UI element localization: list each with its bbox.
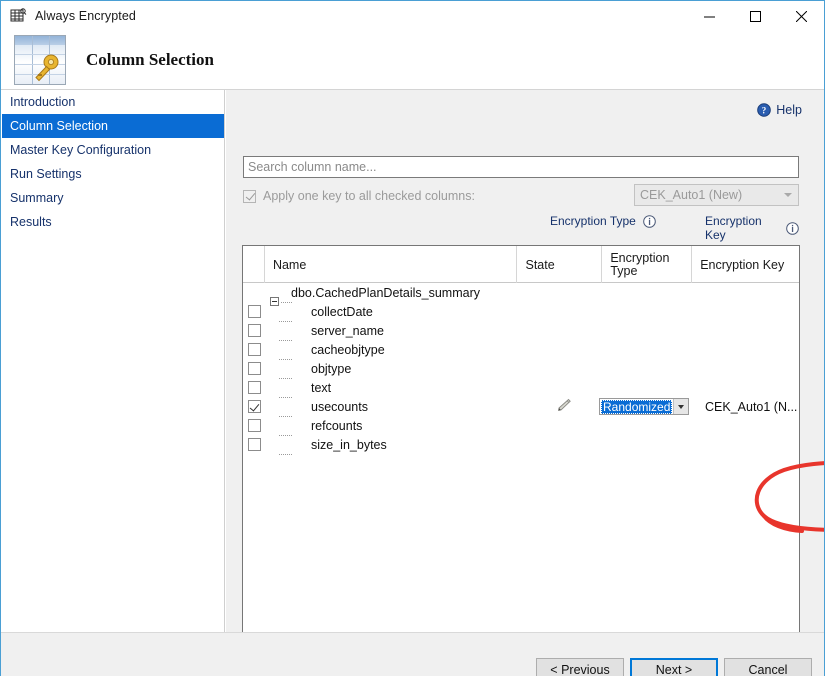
maximize-button[interactable] [732, 1, 778, 31]
grid-header-row: Name State Encryption Type Encryption Ke… [243, 246, 799, 283]
app-icon [10, 8, 27, 24]
column-name: server_name [311, 323, 384, 338]
svg-text:?: ? [762, 105, 767, 115]
apply-key-select[interactable]: CEK_Auto1 (New) [634, 184, 799, 206]
encryption-key-cell[interactable]: CEK_Auto1 (N... [705, 397, 797, 416]
previous-button[interactable]: < Previous [536, 658, 624, 676]
row-checkbox-cell[interactable] [243, 400, 265, 413]
column-selection-pane: ? Help Apply one key to all checked colu… [226, 90, 824, 676]
table-row[interactable]: refcounts [243, 416, 799, 436]
chevron-down-icon [784, 193, 792, 197]
grid-header-name[interactable]: Name [265, 246, 518, 283]
search-input[interactable] [243, 156, 799, 178]
help-icon: ? [757, 103, 772, 117]
table-row-selected[interactable]: usecounts Randomized CEK_Auto1 (N... [243, 397, 799, 417]
state-cell [543, 397, 583, 416]
row-checkbox[interactable] [247, 381, 261, 394]
window-controls [686, 1, 824, 31]
table-row[interactable]: objtype [243, 359, 799, 379]
row-checkbox[interactable] [247, 362, 261, 375]
sidebar-item-introduction[interactable]: Introduction [2, 90, 224, 114]
page-title: Column Selection [86, 50, 214, 69]
column-selection-icon [14, 35, 66, 85]
info-icon-encryption-type[interactable] [643, 214, 656, 228]
close-button[interactable] [778, 1, 824, 31]
encryption-key-link[interactable]: Encryption Key [705, 214, 779, 242]
row-checkbox-cell[interactable] [243, 324, 265, 337]
help-link-row[interactable]: ? Help [757, 103, 802, 117]
pencil-icon [555, 398, 572, 415]
grid-header-encryption-key[interactable]: Encryption Key [692, 246, 799, 283]
row-checkbox[interactable] [247, 400, 261, 413]
apply-one-key-label: Apply one key to all checked columns: [263, 189, 475, 203]
wizard-steps-sidebar: Introduction Column Selection Master Key… [2, 90, 225, 676]
row-checkbox-cell[interactable] [243, 362, 265, 375]
table-row[interactable]: cacheobjtype [243, 340, 799, 360]
column-info-links: Encryption Type Encryption Key [243, 214, 799, 242]
apply-one-key-row: Apply one key to all checked columns: CE… [243, 184, 799, 208]
grid-header-encryption-type[interactable]: Encryption Type [602, 246, 693, 283]
encryption-type-select[interactable]: Randomized [599, 398, 689, 415]
column-name: text [311, 380, 332, 395]
table-node-row[interactable]: dbo.CachedPlanDetails_summary [243, 283, 799, 306]
sidebar-item-summary[interactable]: Summary [2, 186, 224, 210]
apply-one-key-checkbox[interactable] [243, 189, 256, 203]
grid-header-checkbox-col [243, 246, 265, 283]
table-row[interactable]: size_in_bytes [243, 435, 799, 455]
row-checkbox[interactable] [247, 419, 261, 432]
minimize-button[interactable] [686, 1, 732, 31]
column-name: objtype [311, 361, 352, 376]
grid-body: dbo.CachedPlanDetails_summary collectDat… [243, 283, 799, 676]
grid-header-state[interactable]: State [517, 246, 603, 283]
row-checkbox-cell[interactable] [243, 305, 265, 318]
info-icon-encryption-key[interactable] [786, 221, 799, 235]
window-title: Always Encrypted [35, 9, 136, 23]
column-name: refcounts [311, 418, 363, 433]
cancel-button[interactable]: Cancel [724, 658, 812, 676]
row-checkbox-cell[interactable] [243, 343, 265, 356]
row-checkbox[interactable] [247, 438, 261, 451]
sidebar-item-results[interactable]: Results [2, 210, 224, 234]
sidebar-item-column-selection[interactable]: Column Selection [2, 114, 224, 138]
row-checkbox-cell[interactable] [243, 419, 265, 432]
row-checkbox-cell[interactable] [243, 438, 265, 451]
always-encrypted-wizard-window: Always Encrypted Column Selection Introd… [0, 0, 825, 676]
wizard-footer: < Previous Next > Cancel [1, 633, 824, 676]
row-checkbox[interactable] [247, 305, 261, 318]
encryption-type-link[interactable]: Encryption Type [550, 214, 636, 228]
help-link[interactable]: Help [776, 103, 802, 117]
page-header: Column Selection [1, 31, 824, 89]
column-name: cacheobjtype [311, 342, 385, 357]
next-button[interactable]: Next > [630, 658, 718, 676]
column-name: usecounts [311, 399, 368, 414]
apply-key-selected-value: CEK_Auto1 (New) [640, 188, 743, 202]
encryption-type-value: Randomized [601, 399, 673, 414]
table-node-label: dbo.CachedPlanDetails_summary [291, 285, 480, 300]
row-checkbox[interactable] [247, 343, 261, 356]
table-row[interactable]: text [243, 378, 799, 398]
row-checkbox-cell[interactable] [243, 381, 265, 394]
chevron-down-icon[interactable] [673, 399, 688, 414]
sidebar-item-run-settings[interactable]: Run Settings [2, 162, 224, 186]
column-name: size_in_bytes [311, 437, 387, 452]
columns-grid: Name State Encryption Type Encryption Ke… [242, 245, 800, 676]
table-row[interactable]: server_name [243, 321, 799, 341]
title-bar: Always Encrypted [1, 1, 824, 31]
row-checkbox[interactable] [247, 324, 261, 337]
column-name: collectDate [311, 304, 373, 319]
table-row[interactable]: collectDate [243, 302, 799, 322]
sidebar-item-master-key-configuration[interactable]: Master Key Configuration [2, 138, 224, 162]
